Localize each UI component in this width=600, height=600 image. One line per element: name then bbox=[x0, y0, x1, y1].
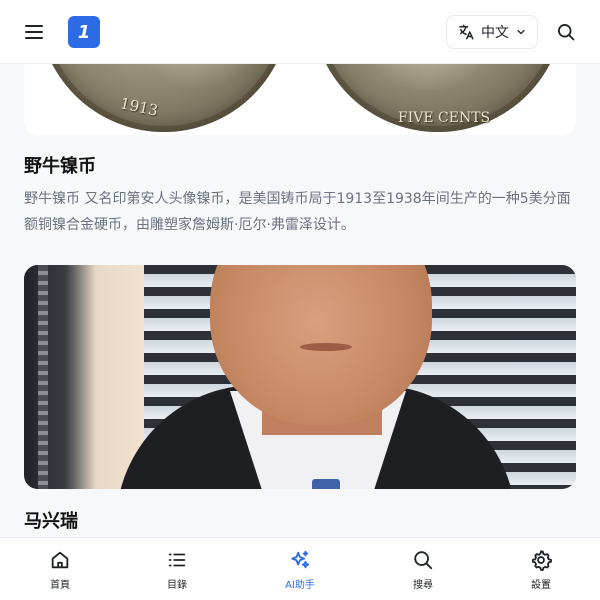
nav-label: 目錄 bbox=[167, 579, 187, 591]
menu-button[interactable] bbox=[20, 18, 48, 46]
sparkles-icon bbox=[291, 550, 310, 568]
nav-label: 設置 bbox=[531, 579, 551, 591]
nav-label: 首頁 bbox=[50, 579, 70, 591]
article-title[interactable]: 野牛镍币 bbox=[24, 152, 96, 178]
bottom-navigation: 首頁 目錄 AI助手 搜尋 設置 bbox=[0, 537, 600, 600]
top-bar: 1 中文 bbox=[0, 0, 600, 64]
search-icon bbox=[414, 550, 433, 569]
nav-item-search[interactable]: 搜尋 bbox=[363, 538, 483, 600]
portrait-image[interactable] bbox=[24, 265, 576, 489]
menu-icon bbox=[25, 25, 43, 39]
feed: 1913 FIVE CENTS 野牛镍币 野牛镍币 又名印第安人头像镍币，是美国… bbox=[0, 0, 600, 537]
list-icon bbox=[168, 553, 186, 566]
app-logo[interactable]: 1 bbox=[68, 16, 100, 48]
chevron-down-icon bbox=[517, 29, 525, 35]
article-description: 野牛镍币 又名印第安人头像镍币，是美国铸币局于1913至1938年间生产的一种5… bbox=[24, 191, 571, 233]
home-icon bbox=[51, 551, 69, 568]
article-title[interactable]: 马兴瑞 bbox=[24, 507, 78, 533]
nav-item-contents[interactable]: 目錄 bbox=[117, 538, 237, 600]
translate-icon bbox=[459, 24, 474, 40]
language-selector[interactable]: 中文 bbox=[446, 15, 538, 49]
nav-item-ai-assistant[interactable]: AI助手 bbox=[240, 538, 360, 600]
nav-label: 搜尋 bbox=[413, 579, 433, 591]
nav-label: AI助手 bbox=[285, 579, 315, 591]
gear-icon bbox=[531, 549, 552, 571]
language-label: 中文 bbox=[481, 25, 509, 41]
nav-item-home[interactable]: 首頁 bbox=[0, 538, 120, 600]
coin-denomination-text: FIVE CENTS bbox=[398, 110, 491, 126]
search-button[interactable] bbox=[552, 18, 580, 46]
nav-item-settings[interactable]: 設置 bbox=[481, 538, 600, 600]
search-icon bbox=[558, 24, 575, 41]
coin-year-text: 1913 bbox=[118, 94, 160, 120]
